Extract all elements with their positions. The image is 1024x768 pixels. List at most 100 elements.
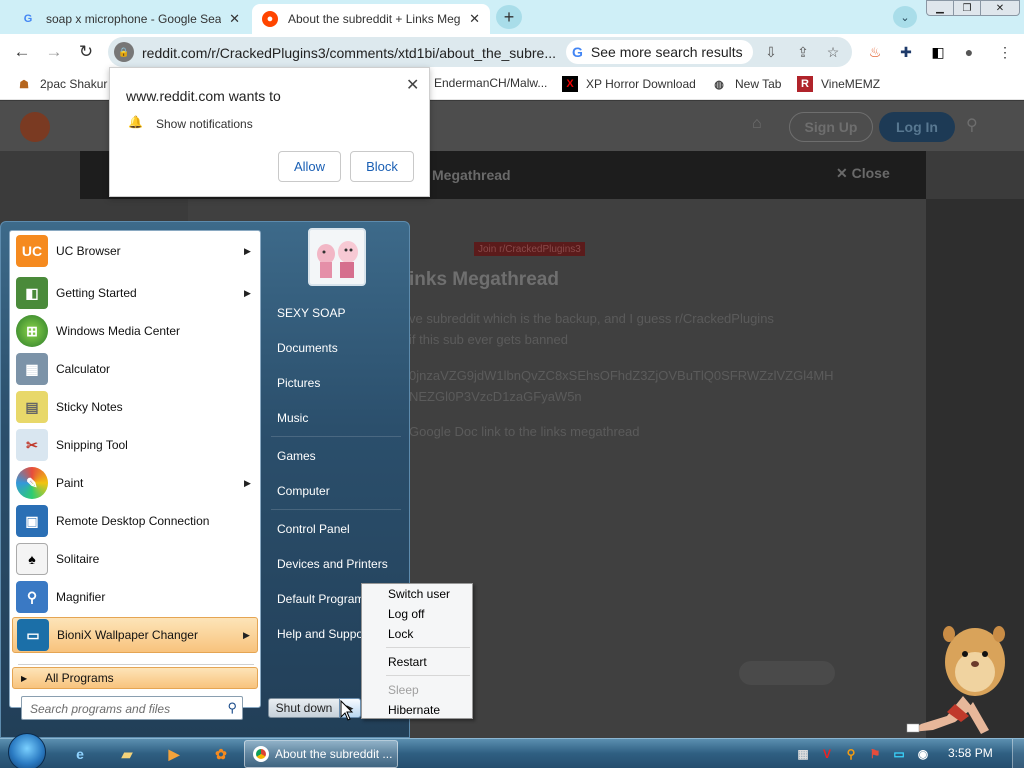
bookmark-label: VineMEMZ [821, 77, 881, 91]
log-off-item[interactable]: Log off [388, 607, 424, 621]
music-link[interactable]: Music [277, 411, 308, 425]
minimize-button[interactable]: ▁ [926, 0, 954, 16]
close-label: Close [851, 165, 890, 181]
tab-google-search[interactable]: G soap x microphone - Google Sea ✕ [10, 4, 250, 34]
install-icon[interactable]: ⇩ [762, 43, 780, 61]
computer-link[interactable]: Computer [277, 484, 330, 498]
post-heading: inks Megathread [409, 269, 559, 290]
program-sticky-notes[interactable]: ▤ Sticky Notes [12, 389, 258, 425]
tab-search-chevron-icon[interactable]: ⌄ [893, 6, 917, 28]
all-programs-label: All Programs [45, 671, 114, 685]
search-programs-input[interactable]: Search programs and files ⚲ [21, 696, 243, 720]
post-text-line: if this sub ever gets banned [409, 332, 568, 347]
tray-monitor-icon[interactable]: ▭ [891, 746, 907, 762]
file-explorer-icon[interactable]: ▰ [115, 743, 139, 765]
program-getting-started[interactable]: ◧ Getting Started ▶ [12, 275, 258, 311]
tray-v-icon[interactable]: V [819, 746, 835, 762]
all-programs-button[interactable]: ▶ All Programs [12, 667, 258, 689]
block-button[interactable]: Block [350, 151, 414, 182]
see-more-search-results-chip[interactable]: G See more search results [566, 40, 753, 64]
back-arrow-icon[interactable]: ← [12, 42, 32, 62]
profile-avatar-icon[interactable]: ● [960, 43, 978, 61]
uc-browser-taskbar-icon[interactable]: ✿ [209, 743, 233, 765]
user-folder-link[interactable]: SEXY SOAP [277, 306, 345, 320]
clock[interactable]: 3:58 PM [948, 746, 993, 760]
games-link[interactable]: Games [277, 449, 316, 463]
switch-user-item[interactable]: Switch user [388, 587, 450, 601]
chat-icon[interactable]: ⌂ [752, 115, 762, 133]
search-icon[interactable]: ⚲ [227, 700, 237, 716]
bookmark-item[interactable]: X XP Horror Download [562, 76, 696, 92]
tray-app-icon[interactable]: ▦ [795, 746, 811, 762]
program-calculator[interactable]: ▦ Calculator [12, 351, 258, 387]
taskbar-chrome-window[interactable]: About the subreddit ... [244, 740, 398, 768]
control-panel-link[interactable]: Control Panel [277, 522, 350, 536]
documents-link[interactable]: Documents [277, 341, 338, 355]
tray-flag-icon[interactable]: ⚑ [867, 746, 883, 762]
sign-up-button[interactable]: Sign Up [789, 112, 873, 142]
extensions-puzzle-icon[interactable]: ✚ [897, 43, 915, 61]
bookmark-label: XP Horror Download [586, 77, 696, 91]
tray-search-icon[interactable]: ⚲ [843, 746, 859, 762]
program-windows-media-center[interactable]: ⊞ Windows Media Center [12, 313, 258, 349]
devices-and-printers-link[interactable]: Devices and Printers [277, 557, 388, 571]
divider [271, 436, 401, 437]
lock-icon[interactable]: 🔒 [114, 42, 134, 62]
side-panel-icon[interactable]: ◧ [929, 43, 947, 61]
comment-button-dimmed [739, 661, 835, 685]
media-player-icon[interactable]: ▶ [162, 743, 186, 765]
notification-permission-popup: www.reddit.com wants to ✕ 🔔 Show notific… [109, 67, 430, 197]
url-text[interactable]: reddit.com/r/CrackedPlugins3/comments/xt… [142, 45, 556, 61]
bookmark-star-icon[interactable]: ☆ [824, 43, 842, 61]
program-bionix-wallpaper-changer[interactable]: ▭ BioniX Wallpaper Changer ▶ [12, 617, 258, 653]
close-thread-button[interactable]: ✕ Close [836, 165, 890, 182]
show-desktop-button[interactable] [1012, 739, 1024, 768]
tab-close-icon[interactable]: ✕ [469, 11, 480, 27]
new-tab-button[interactable]: + [496, 5, 522, 29]
help-and-support-link[interactable]: Help and Support [277, 627, 370, 641]
program-label: Solitaire [56, 552, 100, 566]
program-uc-browser[interactable]: UC UC Browser ▶ [12, 233, 258, 269]
user-dropdown-icon[interactable]: ⚲ [966, 115, 990, 139]
menu-kebab-icon[interactable]: ⋮ [996, 43, 1014, 61]
share-icon[interactable]: ⇪ [794, 43, 812, 61]
close-window-button[interactable]: ✕ [980, 0, 1020, 16]
program-snipping-tool[interactable]: ✂ Snipping Tool [12, 427, 258, 463]
getting-started-icon: ◧ [16, 277, 48, 309]
program-remote-desktop[interactable]: ▣ Remote Desktop Connection [12, 503, 258, 539]
address-bar[interactable]: 🔒 reddit.com/r/CrackedPlugins3/comments/… [108, 37, 852, 67]
allow-button[interactable]: Allow [278, 151, 341, 182]
wallpaper-changer-icon: ▭ [17, 619, 49, 651]
tab-close-icon[interactable]: ✕ [229, 11, 240, 27]
lock-item[interactable]: Lock [388, 627, 413, 641]
close-icon[interactable]: ✕ [406, 75, 419, 95]
person-icon: ☗ [19, 78, 29, 91]
start-button[interactable] [8, 733, 46, 768]
user-avatar[interactable] [308, 228, 366, 286]
extension-flame-icon[interactable]: ♨ [866, 43, 884, 61]
internet-explorer-icon[interactable]: e [68, 743, 92, 765]
program-paint[interactable]: ✎ Paint ▶ [12, 465, 258, 501]
snipping-tool-icon: ✂ [16, 429, 48, 461]
user-avatar-image [310, 230, 364, 284]
shut-down-button[interactable]: Shut down [268, 698, 340, 718]
program-label: Windows Media Center [56, 324, 181, 338]
join-badge[interactable]: Join r/CrackedPlugins3 [474, 242, 585, 256]
log-in-button[interactable]: Log In [879, 112, 955, 142]
bookmark-item[interactable]: EndermanCH/Malw... [434, 76, 547, 90]
default-programs-link[interactable]: Default Programs [277, 592, 370, 606]
bookmark-item[interactable]: ☗ 2pac Shakur - [16, 76, 115, 92]
tab-reddit[interactable]: ● About the subreddit + Links Meg ✕ [252, 4, 490, 34]
bookmark-item[interactable]: ◍ New Tab [711, 76, 781, 92]
restore-button[interactable]: ❐ [953, 0, 981, 16]
restart-item[interactable]: Restart [388, 655, 427, 669]
program-solitaire[interactable]: ♠ Solitaire [12, 541, 258, 577]
reddit-logo-icon[interactable] [20, 112, 50, 142]
hibernate-item[interactable]: Hibernate [388, 703, 440, 717]
bookmark-item[interactable]: R VineMEMZ [797, 76, 880, 92]
forward-arrow-icon[interactable]: → [44, 42, 64, 62]
pictures-link[interactable]: Pictures [277, 376, 320, 390]
program-magnifier[interactable]: ⚲ Magnifier [12, 579, 258, 615]
reload-icon[interactable]: ↻ [76, 42, 96, 62]
tray-volume-icon[interactable]: ◉ [915, 746, 931, 762]
